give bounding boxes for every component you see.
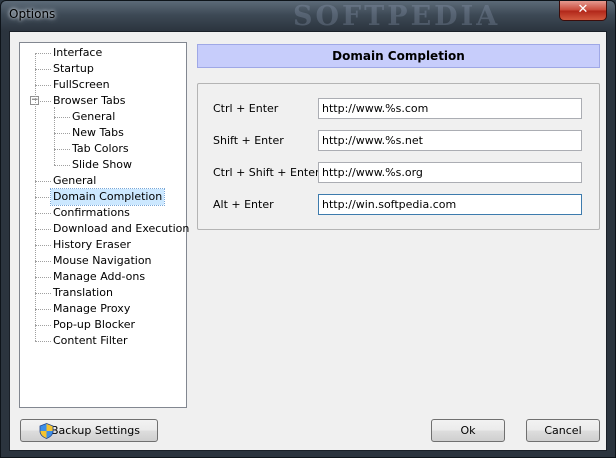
tree-item-label: General [53,174,97,187]
tree-item-label: Manage Proxy [53,302,131,315]
ok-button[interactable]: Ok [431,419,505,442]
tree-connector [35,53,51,54]
tree-connector [35,277,51,278]
tree-child-line [54,107,55,165]
tree-item-label: New Tabs [72,126,124,139]
tree-item[interactable]: Startup [20,61,186,77]
tree-connector [35,229,51,230]
tree-item-label: Confirmations [53,206,130,219]
title-bar[interactable]: Options SOFTPEDIA ✕ [1,1,615,32]
tree-item-label: Content Filter [53,334,128,347]
tree-item-label: Slide Show [72,158,133,171]
tree-connector [54,117,70,118]
panel-header: Domain Completion [197,44,600,68]
tree-item-label: General [72,110,116,123]
options-window: Options SOFTPEDIA ✕ Interface Startup Full… [0,0,616,458]
shortcut-label: Alt + Enter [213,198,274,211]
tree-connector [35,309,51,310]
tree-connector [35,325,51,326]
window-title: Options [9,7,56,21]
watermark: SOFTPEDIA [293,1,501,32]
tree-item-label: FullScreen [53,78,110,91]
tree-item[interactable]: New Tabs [20,125,186,141]
tree-item[interactable]: − Browser Tabs [20,93,186,109]
domain-completion-group: Ctrl + Enter Shift + Enter Ctrl + Shift + … [197,83,600,230]
tree-connector [35,69,51,70]
tree-connector [54,149,70,150]
shield-icon [39,423,54,439]
tree-item-label: Mouse Navigation [53,254,152,267]
shortcut-label: Ctrl + Enter [213,102,279,115]
close-icon: ✕ [577,2,589,17]
domain-suffix-input[interactable] [318,98,582,119]
tree-connector [54,165,70,166]
tree-item-label: Browser Tabs [53,94,126,107]
tree-connector [35,341,51,342]
tree-item[interactable]: Confirmations [20,205,186,221]
tree-connector [35,293,51,294]
ok-label: Ok [460,424,476,437]
tree-item[interactable]: General [20,109,186,125]
backup-settings-button[interactable]: Backup Settings [20,419,158,442]
tree-item[interactable]: Tab Colors [20,141,186,157]
options-tree[interactable]: Interface Startup FullScreen − Browser Tabs G… [19,42,189,408]
tree-connector [35,261,51,262]
close-button[interactable]: ✕ [559,1,607,21]
tree-item-label: Startup [53,62,94,75]
tree-item[interactable]: History Eraser [20,237,186,253]
tree-item-label: Download and Execution [53,222,190,235]
tree-item[interactable]: Slide Show [20,157,186,173]
tree-item-label: Tab Colors [72,142,129,155]
tree-item[interactable]: FullScreen [20,77,186,93]
tree-item[interactable]: Manage Proxy [20,301,186,317]
domain-suffix-input[interactable] [318,130,582,151]
tree-item-label: Pop-up Blocker [53,318,136,331]
tree-item[interactable]: Manage Add-ons [20,269,186,285]
dialog-client-area: Interface Startup FullScreen − Browser Tabs G… [9,31,607,451]
tree-item[interactable]: Domain Completion [20,188,186,206]
tree-item-label: Interface [53,46,103,59]
tree-item[interactable]: Translation [20,285,186,301]
tree-item[interactable]: Mouse Navigation [20,253,186,269]
tree-connector [35,85,51,86]
tree-item-label: History Eraser [53,238,131,251]
tree-connector [35,245,51,246]
shortcut-label: Shift + Enter [213,134,284,147]
shortcut-label: Ctrl + Shift + Enter [213,166,320,179]
tree-item[interactable]: Download and Execution [20,221,189,237]
tree-connector [54,133,70,134]
tree-item-label: Domain Completion [49,188,166,206]
tree-item[interactable]: General [20,173,186,189]
tree-item[interactable]: Interface [20,45,186,61]
tree-connector [35,181,51,182]
tree-item-label: Manage Add-ons [53,270,146,283]
domain-suffix-input[interactable] [318,194,582,215]
tree-connector [35,197,51,198]
backup-settings-label: Backup Settings [51,424,140,437]
tree-vertical-line [35,53,36,341]
tree-item[interactable]: Pop-up Blocker [20,317,186,333]
domain-suffix-input[interactable] [318,162,582,183]
tree-item[interactable]: Content Filter [20,333,186,349]
tree-connector [35,213,51,214]
cancel-button[interactable]: Cancel [526,419,600,442]
tree-item-label: Translation [53,286,113,299]
cancel-label: Cancel [544,424,582,437]
